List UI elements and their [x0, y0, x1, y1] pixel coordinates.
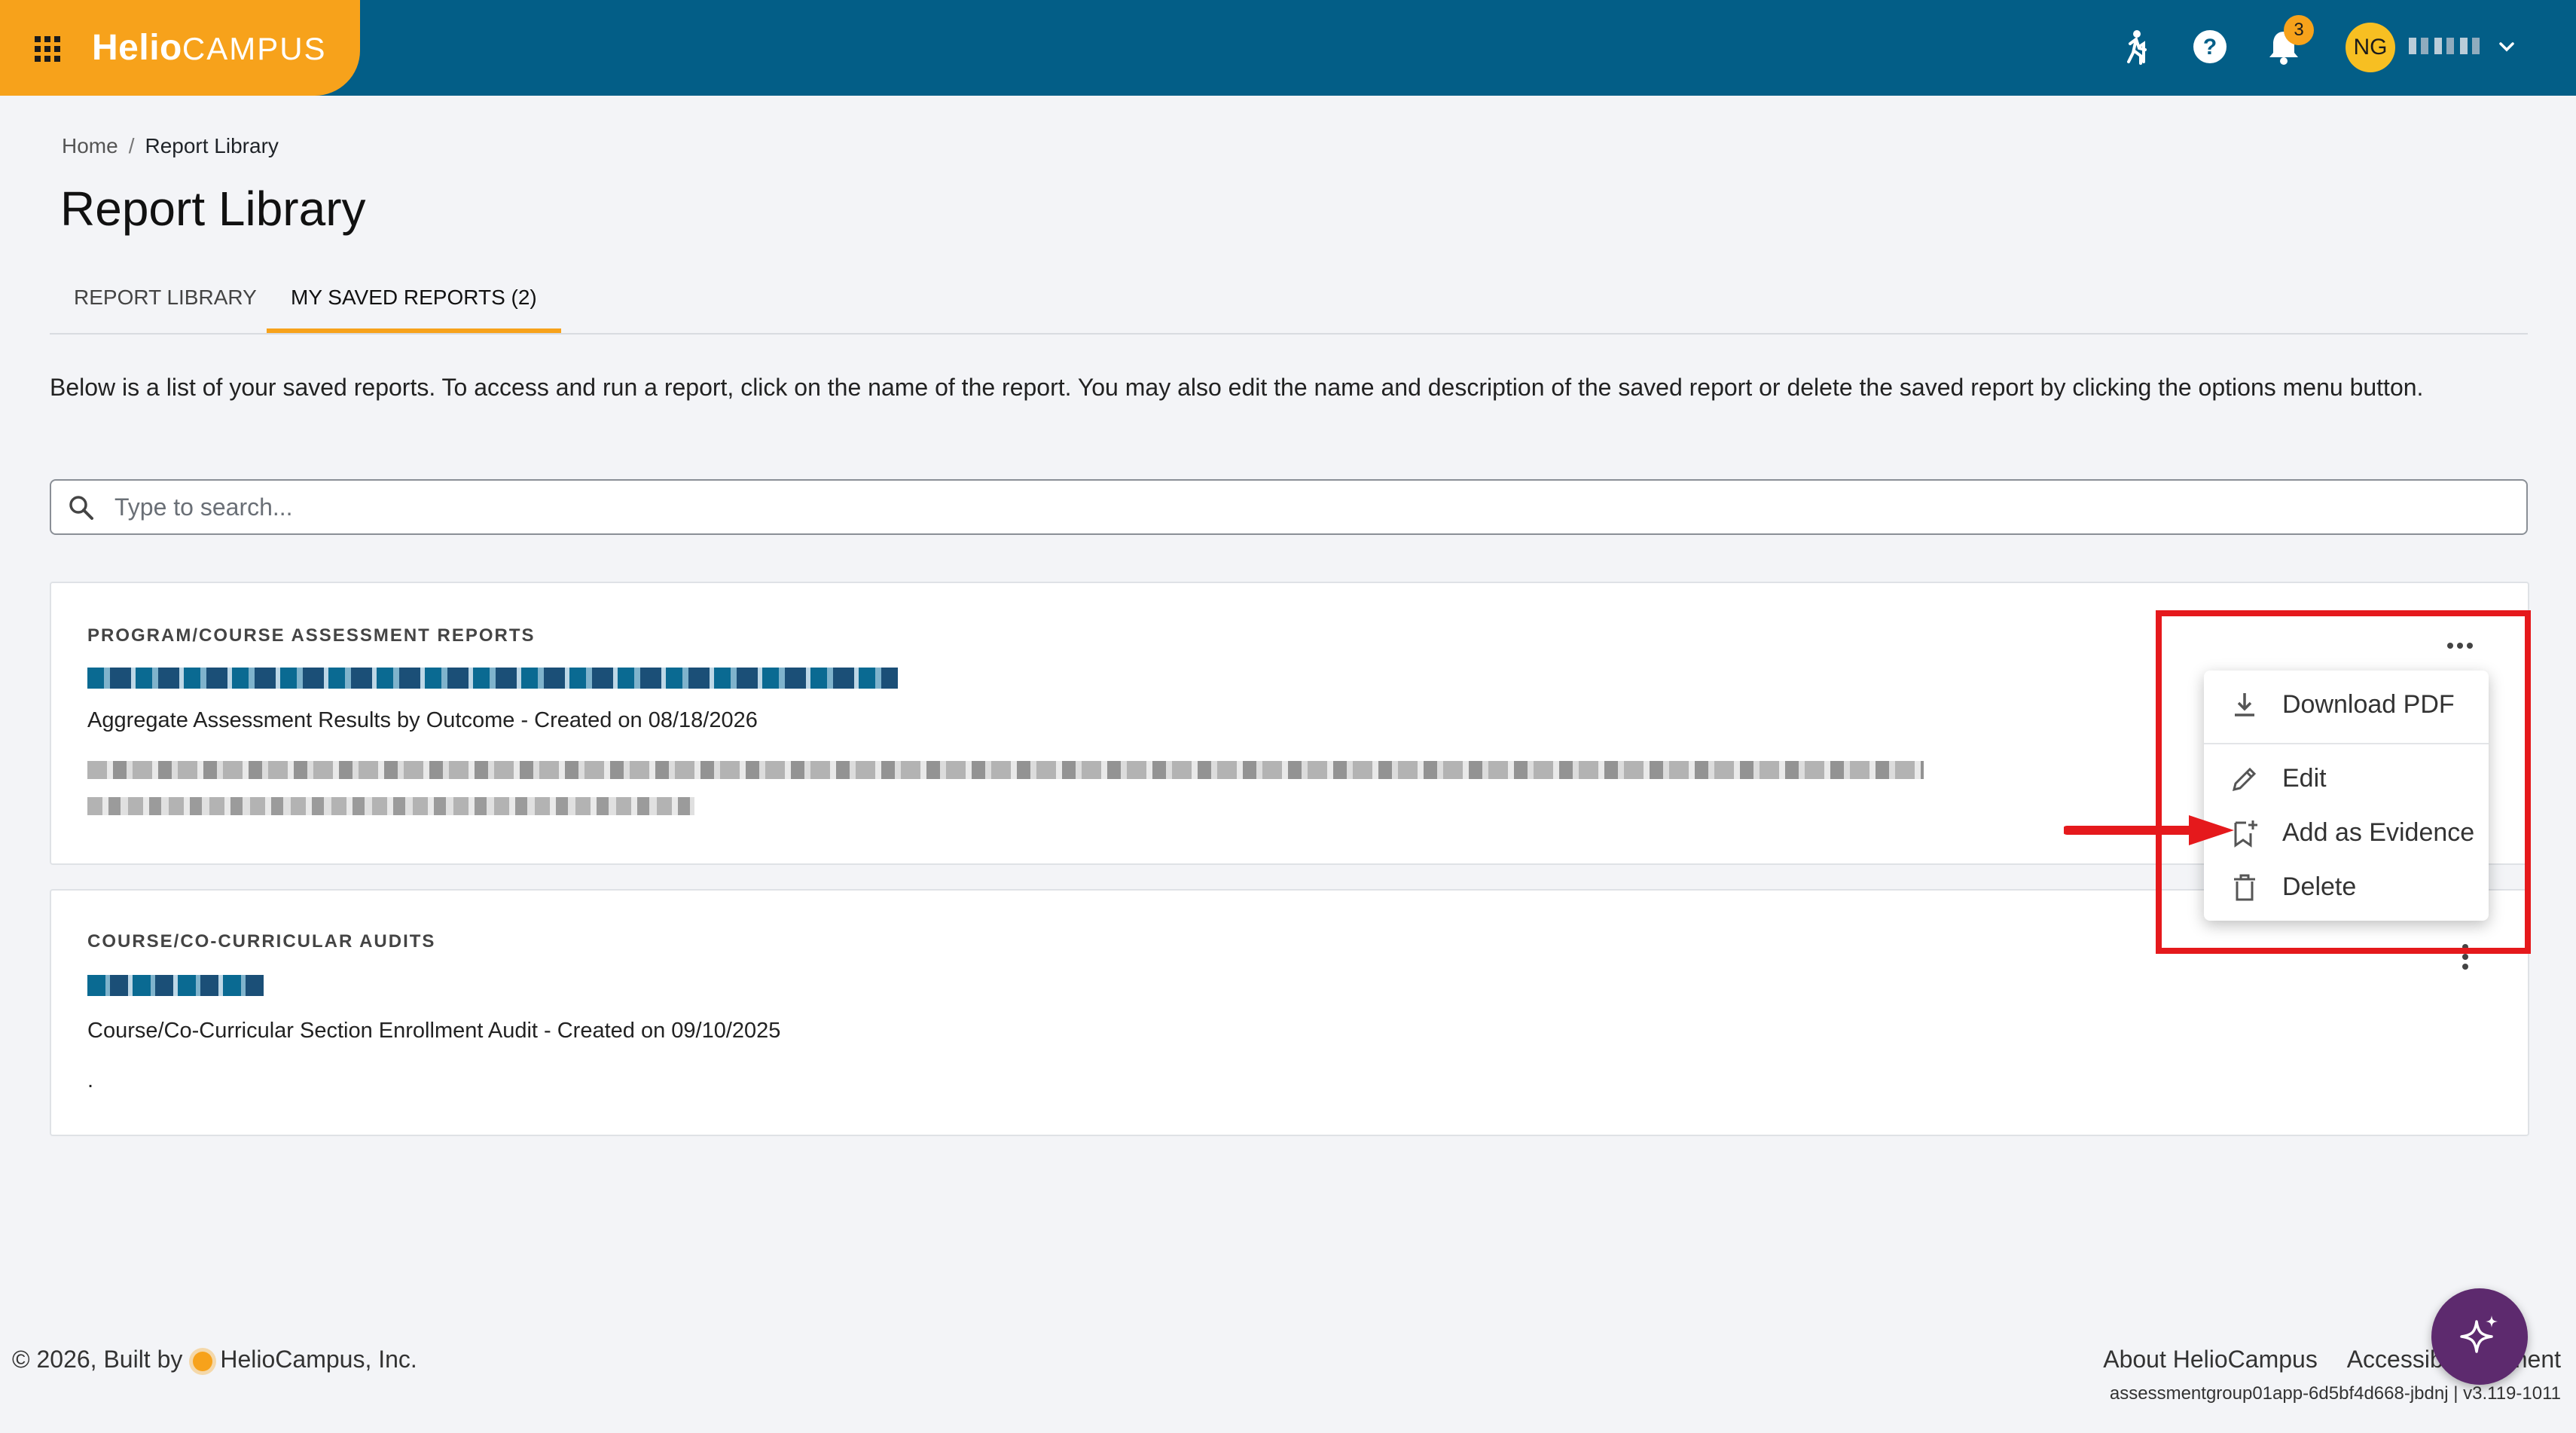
svg-text:?: ? [2203, 35, 2217, 60]
user-avatar[interactable]: NG [2346, 23, 2395, 72]
breadcrumb-separator: / [128, 134, 135, 157]
page-description: Below is a list of your saved reports. T… [50, 374, 2424, 401]
report-meta: Course/Co-Curricular Section Enrollment … [87, 1019, 781, 1043]
sparkle-icon [2460, 1315, 2498, 1353]
tab-bar: REPORT LIBRARY MY SAVED REPORTS (2) [50, 271, 2528, 335]
page-title: Report Library [60, 182, 366, 236]
user-name-redacted[interactable] [2409, 38, 2484, 54]
brand-area: HelioCAMPUS [0, 0, 360, 96]
report-category: PROGRAM/COURSE ASSESSMENT REPORTS [87, 625, 536, 646]
search-input[interactable] [113, 488, 2511, 526]
report-meta: Aggregate Assessment Results by Outcome … [87, 708, 758, 732]
breadcrumb: Home / Report Library [62, 134, 279, 158]
copyright-text: © 2026, Built by [12, 1346, 183, 1373]
arrow-annotation-icon [2064, 815, 2234, 845]
tab-report-library[interactable]: REPORT LIBRARY [50, 271, 281, 333]
notification-badge: 3 [2284, 15, 2314, 45]
footer-copyright: © 2026, Built by HelioCampus, Inc. [12, 1346, 417, 1373]
heliocampus-logo[interactable]: HelioCAMPUS [92, 27, 327, 69]
walkthrough-icon[interactable] [2117, 27, 2156, 66]
search-icon [69, 496, 93, 520]
heliocampus-sun-icon [193, 1351, 213, 1371]
ai-assistant-button[interactable] [2431, 1288, 2528, 1385]
report-description-redacted [87, 761, 1924, 779]
top-header: HelioCAMPUS ? 3 NG [0, 0, 2576, 96]
report-description: . [87, 1068, 94, 1092]
search-box [50, 479, 2528, 535]
help-icon[interactable]: ? [2190, 27, 2230, 66]
report-name-link-redacted[interactable] [87, 975, 264, 996]
breadcrumb-home[interactable]: Home [62, 134, 118, 157]
footer-link-about[interactable]: About HelioCampus [2103, 1346, 2318, 1373]
breadcrumb-current: Report Library [145, 134, 279, 157]
highlight-box-annotation [2156, 610, 2531, 954]
report-name-link-redacted[interactable] [87, 668, 898, 689]
tab-my-saved-reports[interactable]: MY SAVED REPORTS (2) [267, 271, 561, 333]
report-description-redacted [87, 797, 694, 815]
report-category: COURSE/CO-CURRICULAR AUDITS [87, 931, 436, 952]
apps-grid-icon[interactable] [35, 36, 60, 62]
chevron-down-icon[interactable] [2496, 36, 2517, 57]
company-name: HelioCampus, Inc. [220, 1346, 417, 1373]
build-version: assessmentgroup01app-6d5bf4d668-jbdnj | … [2109, 1383, 2561, 1404]
